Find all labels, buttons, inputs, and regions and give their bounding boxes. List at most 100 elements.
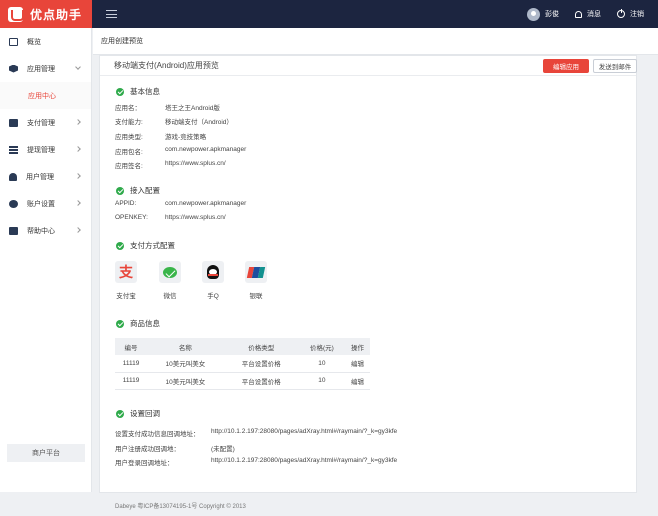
section-title: 商品信息 bbox=[130, 319, 160, 328]
check-circle-icon bbox=[116, 186, 124, 195]
breadcrumb: 应用创建预览 bbox=[93, 28, 658, 55]
merchant-platform-button[interactable]: 商户平台 bbox=[7, 444, 85, 462]
section-title: 基本信息 bbox=[130, 87, 160, 96]
sidebar-item-label: 提现管理 bbox=[27, 146, 55, 154]
logout-label: 注销 bbox=[630, 11, 644, 18]
table-cell: 10 bbox=[298, 355, 345, 373]
callback-value: (未配置) bbox=[211, 446, 235, 453]
callback-label: 用户登录回调地址： bbox=[115, 460, 174, 467]
table-cell: 10美元叫美女 bbox=[147, 372, 224, 390]
sidebar-item-account-settings[interactable]: 账户设置 bbox=[0, 190, 91, 217]
info-label: 应用名： bbox=[115, 105, 141, 112]
table-cell: 10 bbox=[298, 372, 345, 390]
info-value: com.newpower.apkmanager bbox=[165, 200, 247, 207]
power-icon bbox=[617, 9, 625, 18]
brand[interactable]: 优点助手 bbox=[0, 0, 92, 28]
bell-icon bbox=[575, 10, 582, 18]
sidebar-item-label: 支付管理 bbox=[27, 119, 55, 127]
sidebar-subitem-app-center[interactable]: 应用中心 bbox=[0, 82, 91, 109]
info-value: 移动端支付（Android） bbox=[165, 119, 233, 126]
table-cell: 11119 bbox=[115, 372, 148, 390]
logout-button[interactable]: 注销 bbox=[617, 9, 644, 19]
chevron-right-icon bbox=[75, 119, 81, 125]
table-cell: 11119 bbox=[115, 355, 148, 373]
payment-method-alipay[interactable]: 支 支付宝 bbox=[111, 261, 141, 300]
sidebar-item-user-management[interactable]: 用户管理 bbox=[0, 163, 91, 190]
section-goods-info: 商品信息 bbox=[116, 318, 160, 329]
table-row: 11119 10美元叫美女 平台设置价格 10 编辑 bbox=[115, 372, 370, 390]
sidebar-item-label: 帮助中心 bbox=[27, 227, 55, 235]
card-header: 移动端支付(Android)应用预览 编辑应用 发送到邮件 bbox=[100, 56, 637, 76]
info-value: 游戏-竞技策略 bbox=[165, 134, 207, 141]
payment-method-label: 手Q bbox=[207, 293, 219, 300]
sidebar-item-label: 用户管理 bbox=[26, 173, 54, 181]
messages-label: 消息 bbox=[587, 11, 601, 18]
chevron-right-icon bbox=[75, 173, 81, 179]
sidebar-item-label: 账户设置 bbox=[27, 200, 55, 208]
info-label: 应用包名: bbox=[115, 149, 143, 156]
sidebar: 概览 应用管理 应用中心 支付管理 提现管理 用户管理 账户设置 帮助中心 商户… bbox=[0, 28, 92, 492]
section-payment-config: 支付方式配置 bbox=[116, 240, 175, 251]
menu-toggle-icon[interactable] bbox=[106, 10, 117, 18]
info-row: OPENKEY: https://www.splus.cn/ bbox=[115, 214, 226, 221]
table-cell: 10美元叫美女 bbox=[147, 355, 224, 373]
chevron-right-icon bbox=[75, 200, 81, 206]
user-name: 彭俊 bbox=[545, 11, 559, 18]
dashboard-icon bbox=[9, 37, 18, 46]
info-row: 应用类型: 游戏-竞技策略 bbox=[115, 131, 206, 141]
goods-table: 编号 名称 价格类型 价格(元) 操作 11119 10美元叫美女 平台设置价格… bbox=[115, 338, 370, 390]
info-value: com.newpower.apkmanager bbox=[165, 146, 247, 153]
sidebar-item-withdraw-management[interactable]: 提现管理 bbox=[0, 136, 91, 163]
info-value: 塔王之王Android版 bbox=[165, 105, 220, 112]
callback-row: 用户注册成功回调地： (未配置) bbox=[115, 443, 235, 453]
qq-icon bbox=[207, 265, 219, 279]
sidebar-item-overview[interactable]: 概览 bbox=[0, 28, 91, 55]
edit-link[interactable]: 编辑 bbox=[344, 355, 370, 373]
edit-link[interactable]: 编辑 bbox=[344, 372, 370, 390]
sidebar-item-payment-management[interactable]: 支付管理 bbox=[0, 109, 91, 136]
payment-method-qq[interactable]: 手Q bbox=[198, 261, 228, 300]
payment-method-unionpay[interactable]: 银联 bbox=[241, 261, 271, 300]
edit-app-button[interactable]: 编辑应用 bbox=[543, 59, 589, 73]
column-header: 编号 bbox=[115, 338, 148, 355]
table-header-row: 编号 名称 价格类型 价格(元) 操作 bbox=[115, 338, 370, 355]
cube-icon bbox=[9, 64, 18, 73]
info-value: https://www.splus.cn/ bbox=[165, 214, 226, 221]
section-access-config: 接入配置 bbox=[116, 185, 160, 196]
info-label: 支付能力: bbox=[115, 119, 143, 126]
user-menu[interactable]: 彭俊 bbox=[527, 7, 559, 21]
callback-row: 用户登录回调地址： http://10.1.2.197:28080/pages/a… bbox=[115, 457, 397, 467]
payment-method-wechat[interactable]: 微信 bbox=[155, 261, 185, 300]
sidebar-item-help-center[interactable]: 帮助中心 bbox=[0, 217, 91, 244]
breadcrumb-current: 应用创建预览 bbox=[101, 38, 143, 45]
info-row: 应用签名: https://www.splus.cn/ bbox=[115, 160, 226, 170]
messages-button[interactable]: 消息 bbox=[575, 9, 601, 19]
sidebar-item-app-management[interactable]: 应用管理 bbox=[0, 55, 91, 82]
unionpay-icon bbox=[246, 266, 266, 278]
avatar bbox=[527, 7, 540, 21]
chevron-right-icon bbox=[75, 227, 81, 233]
chevron-down-icon bbox=[75, 64, 81, 70]
alipay-icon: 支 bbox=[119, 265, 133, 281]
info-row: APPID: com.newpower.apkmanager bbox=[115, 200, 246, 207]
book-icon bbox=[9, 226, 18, 235]
page-title: 移动端支付(Android)应用预览 bbox=[114, 61, 219, 70]
info-row: 应用包名: com.newpower.apkmanager bbox=[115, 146, 246, 156]
info-row: 支付能力: 移动端支付（Android） bbox=[115, 116, 233, 126]
section-title: 接入配置 bbox=[130, 186, 160, 195]
footer-copyright: Dabeye 粤ICP备13074195-1号 Copyright © 2013 bbox=[115, 504, 246, 510]
column-header: 价格(元) bbox=[298, 338, 345, 355]
send-email-button[interactable]: 发送到邮件 bbox=[593, 59, 637, 73]
info-row: 应用名： 塔王之王Android版 bbox=[115, 102, 220, 112]
info-label: 应用签名: bbox=[115, 163, 143, 170]
app-logo-icon bbox=[8, 6, 24, 22]
card-icon bbox=[9, 118, 18, 127]
section-title: 设置回调 bbox=[130, 409, 160, 418]
section-callback: 设置回调 bbox=[116, 408, 160, 419]
app-preview-card: 移动端支付(Android)应用预览 编辑应用 发送到邮件 基本信息 应用名： 塔… bbox=[99, 55, 637, 493]
chevron-right-icon bbox=[75, 146, 81, 152]
gear-icon bbox=[9, 199, 18, 208]
check-circle-icon bbox=[116, 319, 124, 328]
top-actions: 彭俊 消息 注销 bbox=[527, 0, 644, 28]
payment-method-label: 支付宝 bbox=[116, 293, 136, 300]
